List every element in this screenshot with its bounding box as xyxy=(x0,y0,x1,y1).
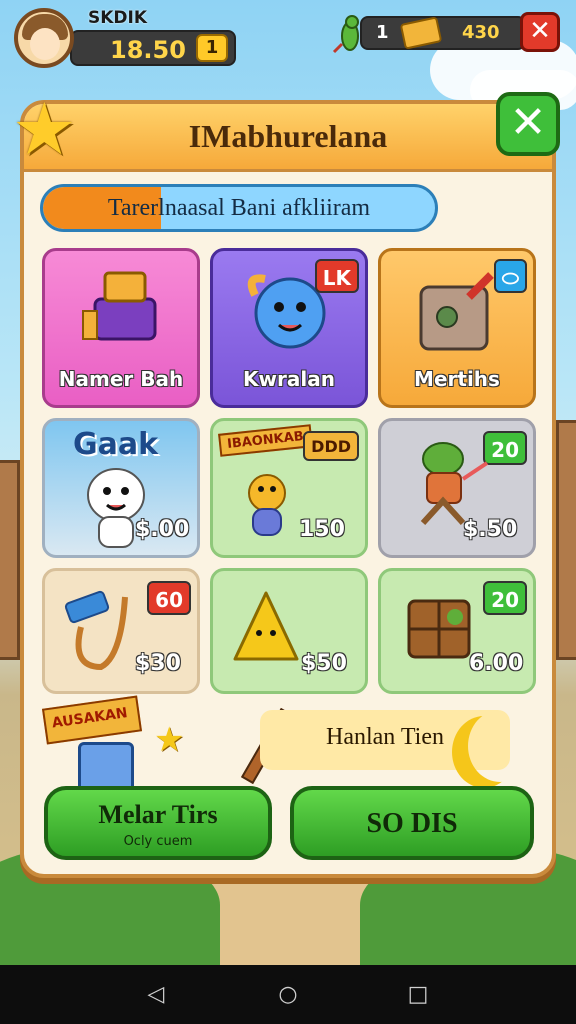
avatar-face xyxy=(30,28,60,60)
progress-bar: Tarerlnaasal Bani afkliiram xyxy=(40,184,438,232)
item-tag: 60 xyxy=(147,581,191,615)
left-button-sublabel: Ocly cuem xyxy=(123,834,193,849)
item-heading: Gaak xyxy=(73,427,159,462)
player-hud: 18.50 1 SKDIK xyxy=(14,8,244,72)
card-label: Kwralan xyxy=(243,367,335,391)
small-star-icon: ★ xyxy=(154,720,185,760)
sign-text: AUSAKAN xyxy=(50,705,129,732)
item-price: $.50 xyxy=(463,517,518,542)
panel-title: IMabhurelana xyxy=(188,118,388,154)
back-icon[interactable]: ◁ xyxy=(144,983,168,1007)
sign-board: AUSAKAN xyxy=(41,695,143,745)
crate-icon xyxy=(407,599,471,659)
hut-right xyxy=(556,420,576,660)
item-tag: 20 xyxy=(483,581,527,615)
shop-item-frog[interactable]: 20 $.50 xyxy=(378,418,536,558)
shop-item-duck[interactable]: IBAONKAB DDD 150 xyxy=(210,418,368,558)
star-icon: ★ xyxy=(12,87,77,171)
score-value: 18.50 xyxy=(110,36,186,64)
progress-text: Tarerlnaasal Bani afkliiram xyxy=(107,195,371,221)
left-action-button[interactable]: Melar Tirs Ocly cuem xyxy=(44,786,272,860)
featured-card-chests[interactable]: Namer Bah xyxy=(42,248,200,408)
card-label: Namer Bah xyxy=(58,367,184,391)
tools-icon xyxy=(64,590,128,671)
card-label: Mertihs xyxy=(414,367,500,391)
ticket-icon xyxy=(399,16,443,50)
machine-box-icon xyxy=(419,272,494,351)
item-price: $50 xyxy=(301,651,347,676)
player-name: SKDIK xyxy=(88,8,148,28)
player-avatar[interactable] xyxy=(14,8,74,68)
featured-card-pet[interactable]: LK Kwralan xyxy=(210,248,368,408)
right-action-button[interactable]: SO DIS xyxy=(290,786,534,860)
shop-panel: IMabhurelana ★ ✕ Tarerlnaasal Bani afkli… xyxy=(12,92,560,878)
shop-item-star-pet[interactable]: $50 xyxy=(210,568,368,694)
card-badge: ⬭ xyxy=(493,259,527,293)
right-button-label: SO DIS xyxy=(366,808,458,839)
item-tag: DDD xyxy=(303,431,359,461)
close-button[interactable]: ✕ xyxy=(496,92,560,156)
item-price: $30 xyxy=(135,651,181,676)
item-heading: IBAONKAB xyxy=(218,424,313,457)
panel-header: IMabhurelana xyxy=(24,104,552,172)
gecko-icon xyxy=(332,15,359,54)
resource-pill: 1 430 xyxy=(360,16,526,50)
shop-item-crate[interactable]: 20 6.00 xyxy=(378,568,536,694)
card-badge: LK xyxy=(314,259,359,293)
item-price: $.00 xyxy=(135,517,190,542)
resource-hud: 1 430 ✕ xyxy=(330,12,560,56)
home-icon[interactable]: ○ xyxy=(276,983,300,1007)
recents-icon[interactable]: □ xyxy=(406,983,430,1007)
hud-close-button[interactable]: ✕ xyxy=(520,12,560,52)
shop-item-tools[interactable]: 60 $30 xyxy=(42,568,200,694)
hut-left xyxy=(0,460,20,660)
info-banner: Hanlan Tien xyxy=(260,710,510,770)
item-price: 150 xyxy=(299,517,345,542)
duck-icon xyxy=(248,474,286,536)
moon-icon xyxy=(468,710,532,782)
treasure-chest-icon xyxy=(82,271,157,341)
star-pet-icon xyxy=(233,591,299,661)
score-pill: 18.50 1 xyxy=(70,30,236,66)
resource-value: 430 xyxy=(462,22,500,43)
system-nav-bar: ◁ ○ □ xyxy=(0,965,576,1024)
item-price: 6.00 xyxy=(469,651,524,676)
left-button-label: Melar Tirs xyxy=(98,800,218,829)
level-badge[interactable]: 1 xyxy=(196,34,228,62)
featured-card-machines[interactable]: ⬭ Mertihs xyxy=(378,248,536,408)
shop-item-gaak[interactable]: Gaak $.00 xyxy=(42,418,200,558)
resource-count: 1 xyxy=(376,22,389,43)
